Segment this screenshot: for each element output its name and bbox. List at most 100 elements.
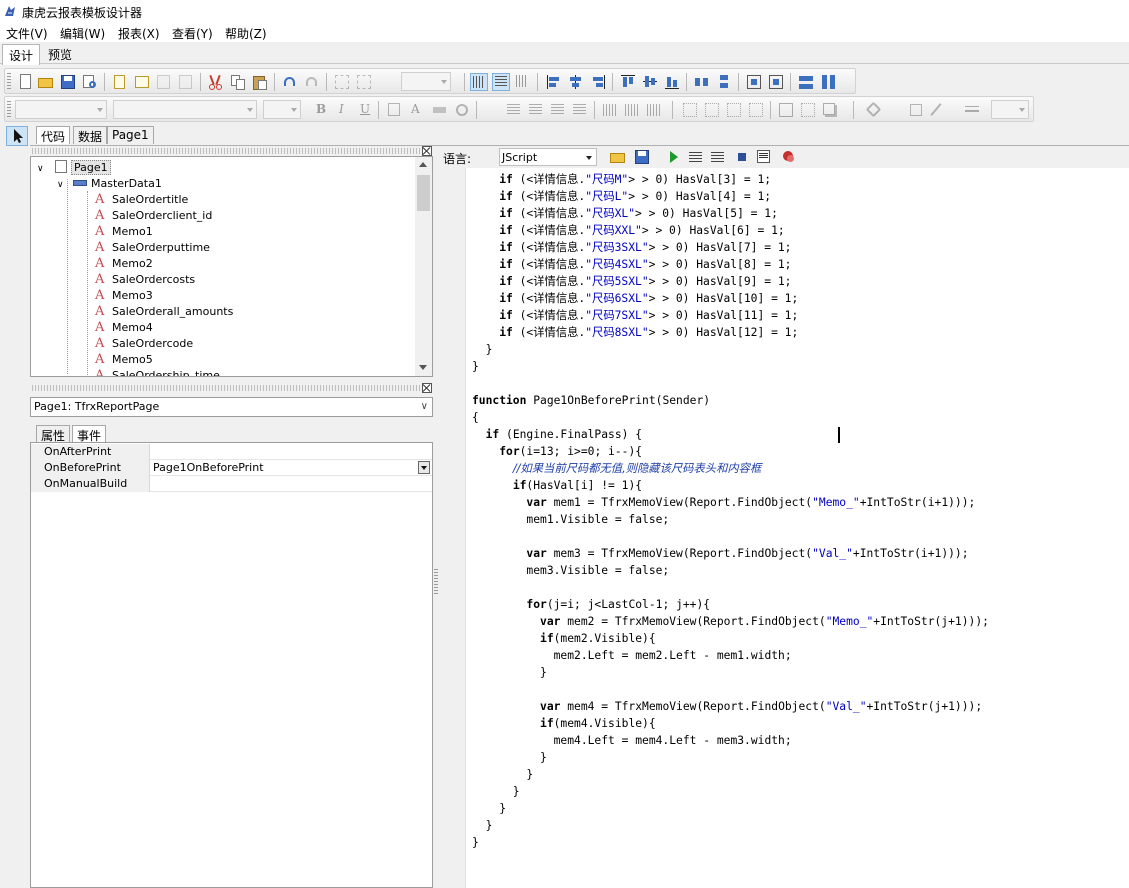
frame-style-icon[interactable] — [963, 101, 981, 119]
highlight-icon[interactable] — [431, 101, 449, 119]
valign-bottom-icon[interactable] — [645, 101, 663, 119]
text-align-center-icon[interactable] — [527, 101, 545, 119]
show-grid-icon[interactable] — [470, 73, 488, 91]
frame-right-icon[interactable] — [747, 101, 765, 119]
code-line[interactable]: } — [472, 341, 493, 358]
tree-item[interactable]: A SaleOrderclient_id — [95, 208, 212, 224]
same-height-icon[interactable] — [819, 73, 837, 91]
tab-events[interactable]: 事件 — [72, 425, 107, 443]
scroll-up-icon[interactable] — [419, 162, 427, 167]
align-center-h-icon[interactable] — [567, 73, 585, 91]
space-horizontal-icon[interactable] — [693, 73, 711, 91]
close-icon[interactable] — [422, 146, 432, 156]
align-middle-icon[interactable] — [641, 73, 659, 91]
bold-icon[interactable]: B — [311, 101, 329, 119]
code-line[interactable]: if (<详情信息."尺码XL"> > 0) HasVal[5] = 1; — [472, 205, 778, 222]
code-line[interactable]: } — [472, 766, 533, 783]
code-line[interactable]: } — [472, 358, 479, 375]
frame-top-icon[interactable] — [681, 101, 699, 119]
align-right-icon[interactable] — [589, 73, 607, 91]
open-script-icon[interactable] — [609, 148, 627, 166]
tab-code[interactable]: 代码 — [36, 126, 71, 144]
frame-all-icon[interactable] — [777, 101, 795, 119]
preview-icon[interactable] — [81, 73, 99, 91]
tab-preview[interactable]: 预览 — [42, 44, 78, 65]
code-line[interactable]: if (<详情信息."尺码4SXL"> > 0) HasVal[8] = 1; — [472, 256, 791, 273]
style-combo[interactable] — [15, 100, 107, 119]
code-line[interactable]: for(j=i; j<LastCol-1; j++){ — [472, 596, 710, 613]
tab-design[interactable]: 设计 — [2, 44, 41, 65]
code-line[interactable]: } — [472, 749, 547, 766]
toolbar-grip[interactable] — [7, 73, 11, 91]
dropdown-button[interactable] — [418, 461, 430, 474]
delete-page-icon[interactable] — [155, 73, 173, 91]
align-bottom-icon[interactable] — [663, 73, 681, 91]
menu-report[interactable]: 报表(X) — [118, 25, 160, 42]
menu-view[interactable]: 查看(Y) — [172, 25, 213, 42]
group-icon[interactable] — [333, 73, 351, 91]
event-row[interactable]: OnBeforePrint Page1OnBeforePrint — [31, 460, 432, 476]
code-line[interactable]: } — [472, 783, 520, 800]
tab-data[interactable]: 数据 — [73, 126, 108, 144]
align-left-icon[interactable] — [545, 73, 563, 91]
open-icon[interactable] — [37, 73, 55, 91]
font-settings-icon[interactable] — [385, 101, 403, 119]
valign-middle-icon[interactable] — [623, 101, 641, 119]
text-justify-icon[interactable] — [571, 101, 589, 119]
language-combo[interactable]: JScript — [499, 148, 597, 166]
text-align-right-icon[interactable] — [549, 101, 567, 119]
event-row[interactable]: OnManualBuild — [31, 476, 432, 492]
tree-item[interactable]: A Memo3 — [95, 288, 153, 304]
code-line[interactable]: if (<详情信息."尺码3SXL"> > 0) HasVal[7] = 1; — [472, 239, 791, 256]
tree-item[interactable]: A Memo2 — [95, 256, 153, 272]
menu-help[interactable]: 帮助(Z) — [225, 25, 267, 42]
underline-icon[interactable]: U — [355, 101, 373, 119]
code-line[interactable]: if (<详情信息."尺码XXL"> > 0) HasVal[6] = 1; — [472, 222, 784, 239]
align-to-grid-icon[interactable] — [492, 73, 510, 91]
event-value[interactable] — [151, 476, 432, 492]
code-line[interactable]: if (<详情信息."尺码M"> > 0) HasVal[3] = 1; — [472, 171, 771, 188]
new-dialog-icon[interactable] — [133, 73, 151, 91]
stop-icon[interactable] — [733, 148, 751, 166]
tab-page1[interactable]: Page1 — [107, 126, 154, 144]
fill-color-icon[interactable] — [865, 101, 883, 119]
zoom-combo[interactable] — [401, 72, 451, 91]
toolbar-grip[interactable] — [7, 101, 11, 119]
italic-icon[interactable]: I — [333, 101, 351, 119]
code-line[interactable]: } — [472, 800, 506, 817]
menu-file[interactable]: 文件(V) — [6, 25, 48, 42]
code-line[interactable]: if(HasVal[i] != 1){ — [472, 477, 642, 494]
code-editor[interactable]: if (<详情信息."尺码M"> > 0) HasVal[3] = 1; if … — [466, 168, 1129, 888]
frame-left-icon[interactable] — [725, 101, 743, 119]
code-line[interactable]: if(mem4.Visible){ — [472, 715, 656, 732]
code-line[interactable]: if (<详情信息."尺码5SXL"> > 0) HasVal[9] = 1; — [472, 273, 791, 290]
tree-item[interactable]: A Memo1 — [95, 224, 153, 240]
breakpoint-icon[interactable] — [779, 148, 797, 166]
frame-none-icon[interactable] — [799, 101, 817, 119]
undo-icon[interactable] — [281, 73, 299, 91]
code-line[interactable]: if (Engine.FinalPass) { — [472, 426, 642, 443]
save-script-icon[interactable] — [633, 148, 651, 166]
center-horizontal-icon[interactable] — [745, 73, 763, 91]
paste-icon[interactable] — [251, 73, 269, 91]
code-line[interactable]: mem1.Visible = false; — [472, 511, 669, 528]
menu-edit[interactable]: 编辑(W) — [60, 25, 105, 42]
font-size-combo[interactable] — [263, 100, 301, 119]
pen-icon[interactable] — [930, 101, 949, 119]
inspector-panel-grip[interactable] — [32, 385, 420, 391]
tree-node-page1[interactable]: ∨ Page1 — [37, 160, 111, 176]
tree-item[interactable]: A SaleOrdercode — [95, 336, 193, 352]
tree-panel-grip[interactable] — [32, 148, 420, 154]
center-vertical-icon[interactable] — [767, 73, 785, 91]
code-line[interactable]: { — [472, 409, 479, 426]
tree-item[interactable]: A SaleOrderputtime — [95, 240, 210, 256]
code-line[interactable]: if (<详情信息."尺码8SXL"> > 0) HasVal[12] = 1; — [472, 324, 798, 341]
code-line[interactable]: mem2.Left = mem2.Left - mem1.width; — [472, 647, 792, 664]
code-line[interactable]: var mem1 = TfrxMemoView(Report.FindObjec… — [472, 494, 975, 511]
new-report-icon[interactable] — [17, 73, 35, 91]
frame-width-combo[interactable] — [991, 100, 1029, 119]
scroll-thumb[interactable] — [417, 175, 430, 211]
code-line[interactable]: mem3.Visible = false; — [472, 562, 669, 579]
tree-item[interactable]: A Memo4 — [95, 320, 153, 336]
copy-icon[interactable] — [229, 73, 247, 91]
